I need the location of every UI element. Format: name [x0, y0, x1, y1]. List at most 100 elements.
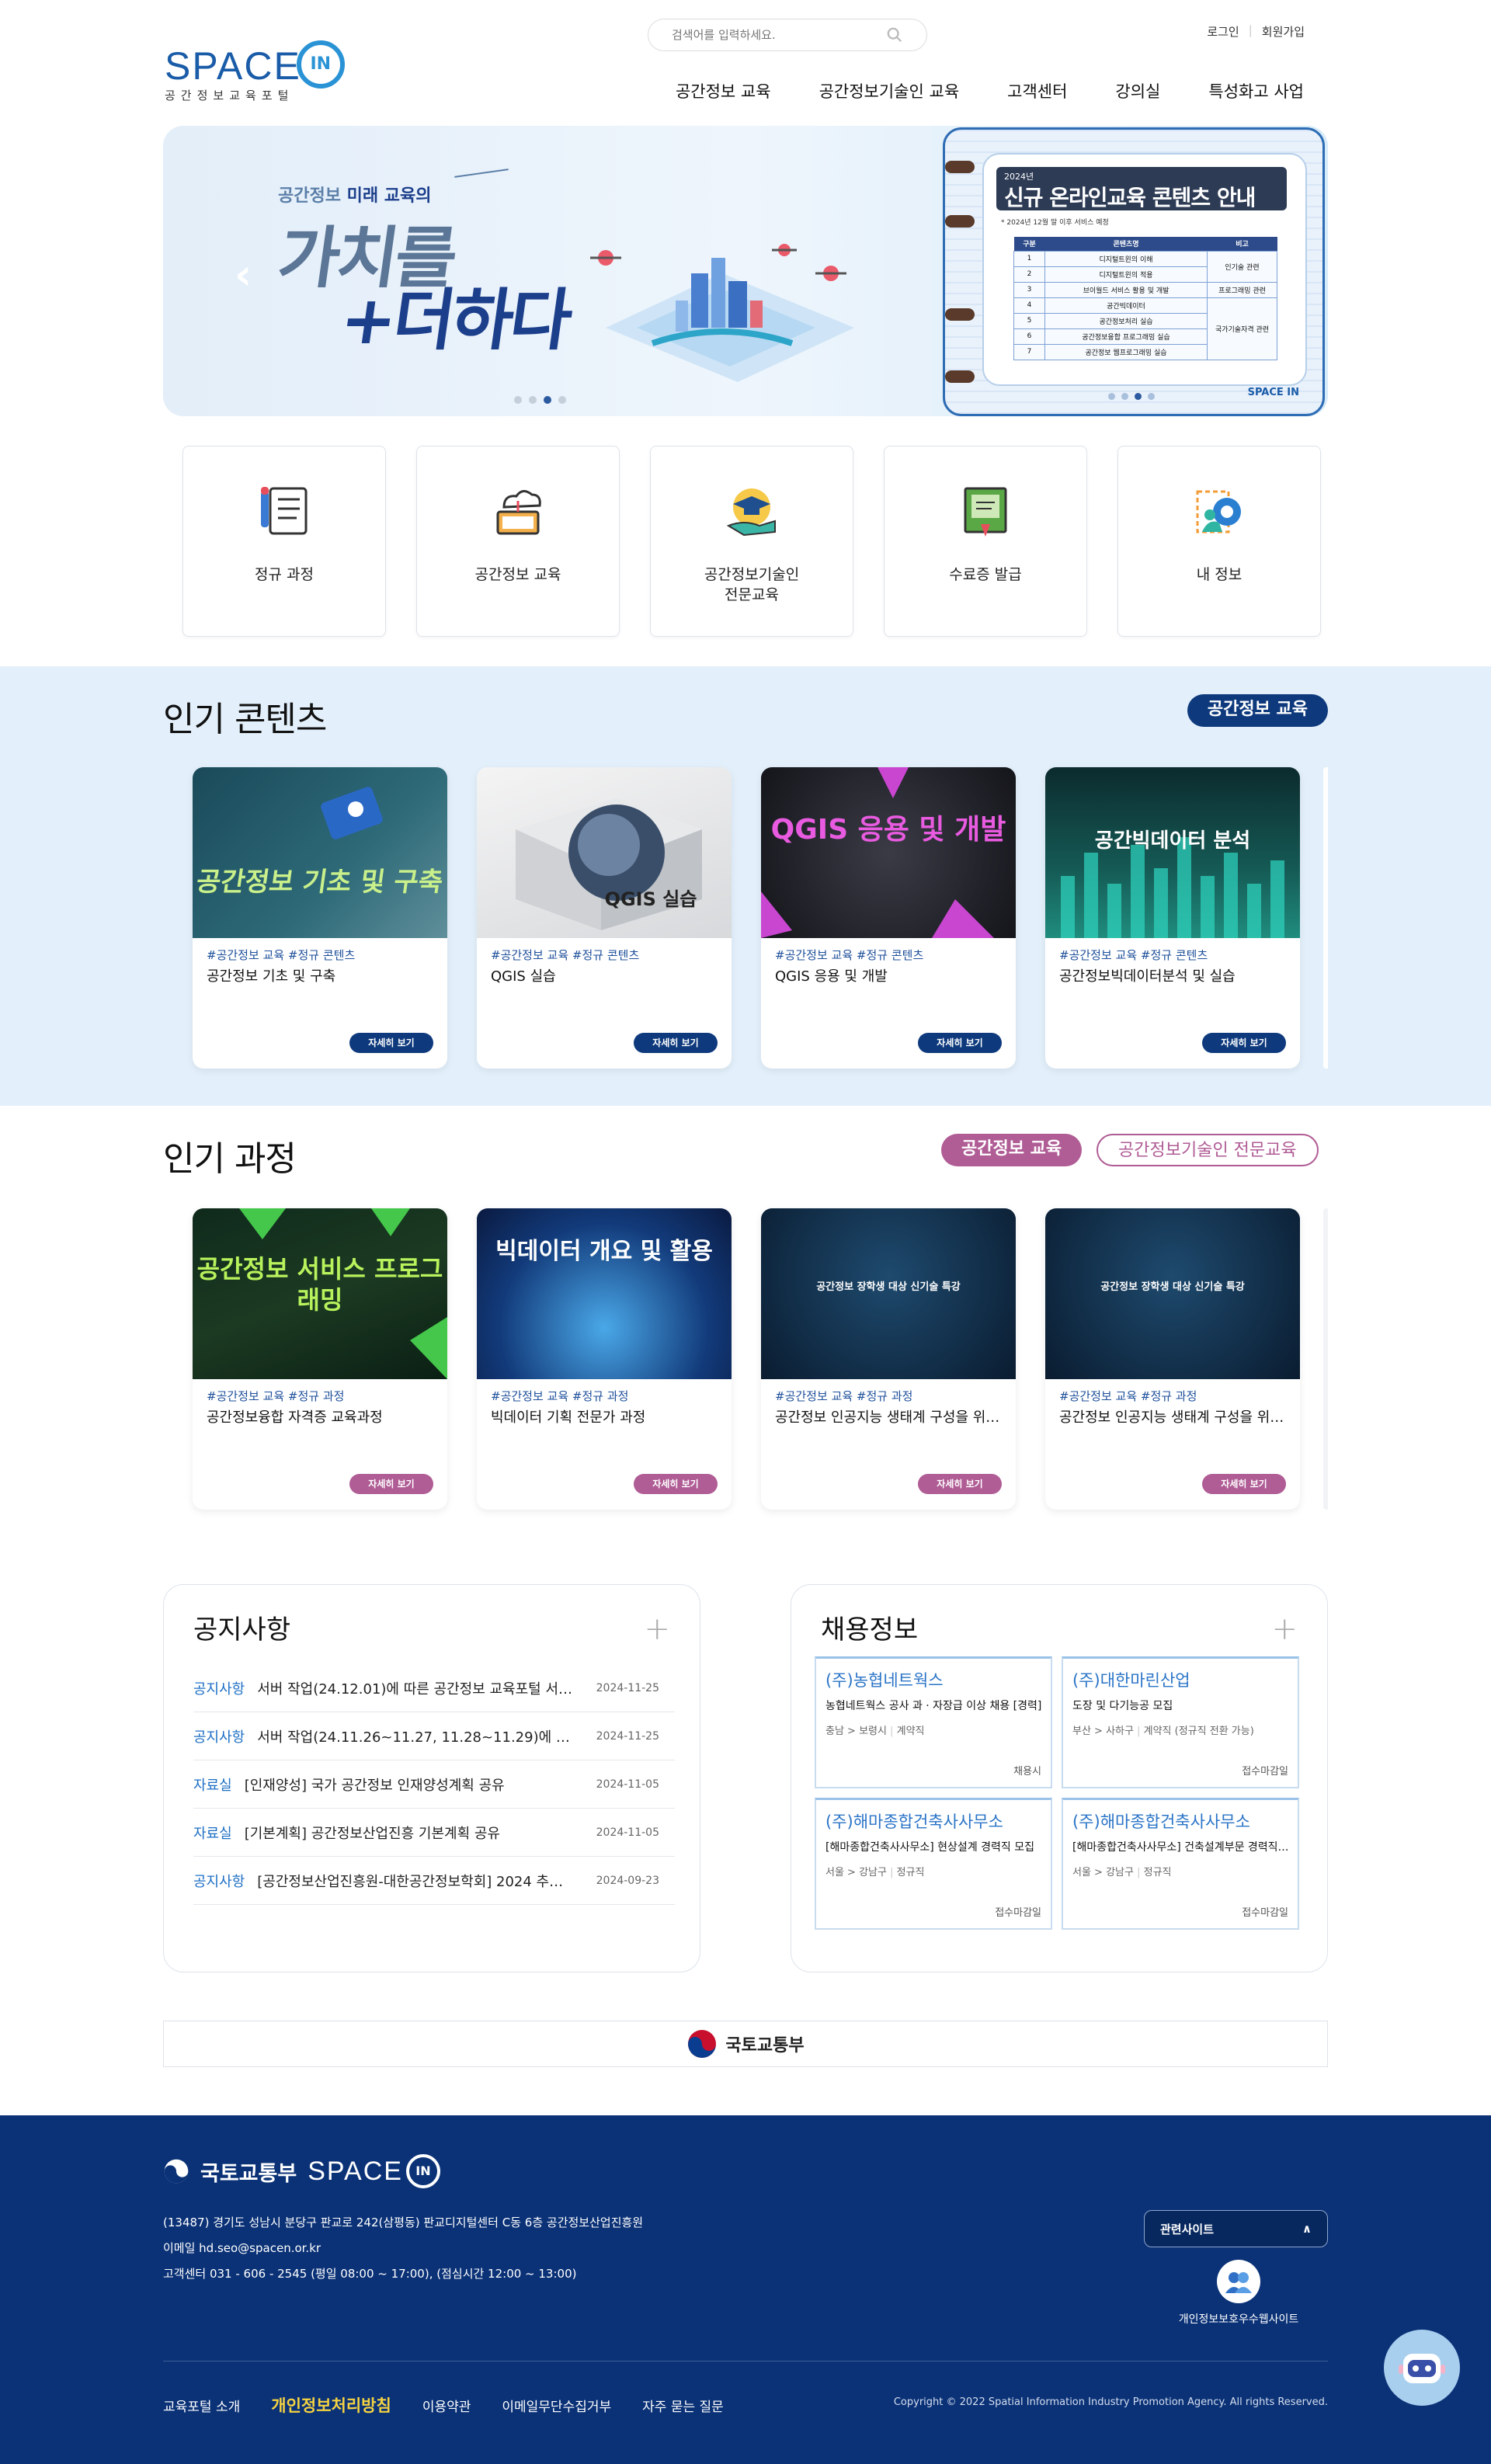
job-location: 서울 > 강남구 | 정규직 [1072, 1867, 1172, 1878]
course-filter-spatial[interactable]: 공간정보 교육 [941, 1134, 1083, 1166]
promo-cell: 디지털트윈의 이해 [1044, 250, 1208, 267]
card-title: 공간정보 인공지능 생태계 구성을 위한 인재양성 [775, 1409, 1002, 1426]
notice-text: 서버 작업(24.12.01)에 따른 공간정보 교육포털 서비스 일시 중단 … [257, 1680, 572, 1698]
notice-item[interactable]: 자료실 [인재양성] 국가 공간정보 인재양성계획 공유 2024-11-05 [193, 1760, 675, 1809]
jobs-more-plus-icon[interactable]: + [1271, 1611, 1298, 1647]
banner-dot[interactable] [558, 396, 566, 404]
promo-dot-active[interactable] [1135, 393, 1142, 400]
notice-item[interactable]: 공지사항 서버 작업(24.12.01)에 따른 공간정보 교육포털 서비스 일시… [193, 1664, 675, 1712]
card-more-button[interactable]: 자세히 보기 [349, 1033, 433, 1053]
banner-dot-active[interactable] [544, 396, 551, 404]
course-card[interactable]: 공간정보 장학생 대상 신기술 특강 #공간정보 교육 #정규 과정 공간정보 … [1045, 1208, 1300, 1510]
promo-cell: 5 [1013, 312, 1045, 329]
thumbnail-text: 공간정보 서비스 프로그래밍 [196, 1254, 443, 1315]
card-more-button[interactable]: 자세히 보기 [918, 1474, 1002, 1494]
job-card[interactable]: (주)대한마린산업 도장 및 다기능공 모집 부산 > 사하구 | 계약직 (정… [1062, 1656, 1299, 1788]
course-card[interactable]: 공간정보 서비스 프로그래밍 #공간정보 교육 #정규 과정 공간정보융합 자격… [193, 1208, 447, 1510]
promo-cell: 공간정보 웹프로그래밍 실습 [1044, 343, 1208, 360]
job-status: 접수마감일 [1242, 1907, 1288, 1919]
content-card[interactable]: 공간정보 기초 및 구축 #공간정보 교육 #정규 콘텐츠 공간정보 기초 및 … [193, 767, 447, 1069]
footer-link-about[interactable]: 교육포털 소개 [163, 2396, 240, 2415]
search-icon[interactable] [886, 26, 903, 43]
search-input[interactable] [672, 28, 886, 42]
nav-customer-center[interactable]: 고객센터 [1007, 79, 1067, 103]
notice-item[interactable]: 공지사항 [공간정보산업진흥원-대한공간정보학회] 2024 추계학술대회 안내 2… [193, 1857, 675, 1905]
footer-gov-name: 국토교통부 [200, 2161, 297, 2186]
job-card[interactable]: (주)농협네트웍스 농협네트웍스 공사 과 · 자장급 이상 채용 [경력] 충… [815, 1656, 1052, 1788]
card-more-button[interactable]: 자세히 보기 [349, 1474, 433, 1494]
course-filter-technician[interactable]: 공간정보기술인 전문교육 [1097, 1134, 1319, 1166]
login-link[interactable]: 로그인 [1207, 23, 1239, 40]
footer-link-email-policy[interactable]: 이메일무단수집거부 [502, 2396, 611, 2415]
job-description: 농협네트웍스 공사 과 · 자장급 이상 채용 [경력] [825, 1700, 1042, 1712]
card-more-button[interactable]: 자세히 보기 [1202, 1033, 1286, 1053]
satellite-illustration [321, 787, 383, 839]
content-filter-spatial[interactable]: 공간정보 교육 [1187, 694, 1328, 727]
quick-label: 공간정보기술인 전문교육 [704, 566, 800, 603]
related-sites-label: 관련사이트 [1160, 2222, 1215, 2236]
related-sites-dropdown[interactable]: 관련사이트 ∧ [1144, 2210, 1328, 2247]
footer-link-faq[interactable]: 자주 묻는 질문 [642, 2396, 724, 2415]
notice-date: 2024-11-25 [596, 1729, 659, 1743]
job-card[interactable]: (주)해마종합건축사사무소 [해마종합건축사사무소] 현상설계 경력직 모집 서… [815, 1798, 1052, 1930]
promo-dot[interactable] [1121, 393, 1128, 400]
promo-cell: 디지털트윈의 적용 [1044, 266, 1208, 283]
privacy-mark[interactable]: 개인정보보호우수웹사이트 [1173, 2260, 1305, 2327]
footer-phone: 고객센터 031 - 606 - 2545 (평일 08:00 ~ 17:00)… [163, 2267, 577, 2281]
job-description: [해마종합건축사사무소] 건축설계부문 경력직 모집 [1072, 1841, 1290, 1854]
partner-banner[interactable]: 국토교통부 [163, 2021, 1328, 2067]
notice-more-plus-icon[interactable]: + [644, 1611, 670, 1647]
chatbot-button[interactable] [1384, 2330, 1460, 2406]
nav-spatial-education[interactable]: 공간정보 교육 [676, 79, 771, 103]
card-more-button[interactable]: 자세히 보기 [634, 1033, 718, 1053]
content-card[interactable]: QGIS 실습 #공간정보 교육 #정규 콘텐츠 QGIS 실습 자세히 보기 [477, 767, 732, 1069]
notice-category: 공지사항 [193, 1729, 245, 1746]
card-thumbnail: 공간정보 장학생 대상 신기술 특강 [1045, 1208, 1300, 1379]
job-card[interactable]: (주)해마종합건축사사무소 [해마종합건축사사무소] 건축설계부문 경력직 모집… [1062, 1798, 1299, 1930]
nav-specialized-school[interactable]: 특성화고 사업 [1208, 79, 1304, 103]
promo-dot[interactable] [1108, 393, 1115, 400]
thumbnail-text: 공간정보 장학생 대상 신기술 특강 [816, 1281, 961, 1293]
thumbnail-text: 공간정보 장학생 대상 신기술 특강 [1100, 1281, 1245, 1293]
main-banner[interactable]: 공간정보 미래 교육의 가치를 +더하다 ‹ 2024년 신규 온라인교육 콘텐… [163, 126, 1328, 416]
notice-item[interactable]: 공지사항 서버 작업(24.11.26~11.27, 11.28~11.29)에 … [193, 1712, 675, 1760]
course-card[interactable]: 공간정보 장학생 대상 신기술 특강 #공간정보 교육 #정규 과정 공간정보 … [761, 1208, 1016, 1510]
quick-technician-education[interactable]: 공간정보기술인 전문교육 [650, 446, 853, 637]
promo-notebook[interactable]: 2024년 신규 온라인교육 콘텐츠 안내 * 2024년 12월 말 이후 서… [943, 127, 1325, 416]
nav-technician-education[interactable]: 공간정보기술인 교육 [819, 79, 960, 103]
footer-nav: 교육포털 소개 개인정보처리방침 이용약관 이메일무단수집거부 자주 묻는 질문 [163, 2393, 724, 2417]
search-bar [648, 19, 927, 51]
signup-link[interactable]: 회원가입 [1262, 23, 1305, 40]
thumbnail-text: 빅데이터 개요 및 활용 [495, 1238, 713, 1265]
notice-list: 공지사항 서버 작업(24.12.01)에 따른 공간정보 교육포털 서비스 일시… [193, 1664, 675, 1905]
logo-word: SPACE [165, 44, 301, 88]
card-more-button[interactable]: 자세히 보기 [918, 1033, 1002, 1053]
content-card[interactable]: 공간빅데이터 분석 #공간정보 교육 #정규 콘텐츠 공간정보빅데이터분석 및 … [1045, 767, 1300, 1069]
quick-my-info[interactable]: 내 정보 [1117, 446, 1321, 637]
footer-link-terms[interactable]: 이용약관 [422, 2396, 471, 2415]
quick-regular-course[interactable]: 정규 과정 [182, 446, 386, 637]
banner-dot[interactable] [529, 396, 537, 404]
quick-menu: 정규 과정 공간정보 교육 공간정보기술인 전문교육 수료증 발급 내 정보 [182, 446, 1321, 637]
job-status: 접수마감일 [1242, 1766, 1288, 1778]
banner-prev-arrow-icon[interactable]: ‹ [235, 250, 252, 299]
binder-ring [945, 308, 975, 321]
card-more-button[interactable]: 자세히 보기 [634, 1474, 718, 1494]
content-card[interactable]: QGIS 응용 및 개발 #공간정보 교육 #정규 콘텐츠 QGIS 응용 및 … [761, 767, 1016, 1069]
quick-spatial-education[interactable]: 공간정보 교육 [416, 446, 620, 637]
card-more-button[interactable]: 자세히 보기 [1202, 1474, 1286, 1494]
taegeuk-logo-icon [688, 2030, 717, 2058]
footer-link-privacy[interactable]: 개인정보처리방침 [271, 2393, 391, 2417]
site-logo[interactable]: SPACE IN 공간정보교육포털 [165, 40, 345, 103]
card-thumbnail: 공간정보 서비스 프로그래밍 [193, 1208, 447, 1379]
banner-pagination [514, 396, 566, 404]
promo-dot[interactable] [1148, 393, 1155, 400]
quick-certificate[interactable]: 수료증 발급 [884, 446, 1087, 637]
thumbnail-text: QGIS 응용 및 개발 [770, 814, 1006, 846]
banner-dot[interactable] [514, 396, 522, 404]
nav-classroom[interactable]: 강의실 [1115, 79, 1160, 103]
course-card-list: 공간정보 서비스 프로그래밍 #공간정보 교육 #정규 과정 공간정보융합 자격… [193, 1208, 1300, 1510]
notice-item[interactable]: 자료실 [기본계획] 공간정보산업진흥 기본계획 공유 2024-11-05 [193, 1809, 675, 1857]
course-card[interactable]: 빅데이터 개요 및 활용 #공간정보 교육 #정규 과정 빅데이터 기획 전문가… [477, 1208, 732, 1510]
card-thumbnail: 공간정보 기초 및 구축 [193, 767, 447, 938]
